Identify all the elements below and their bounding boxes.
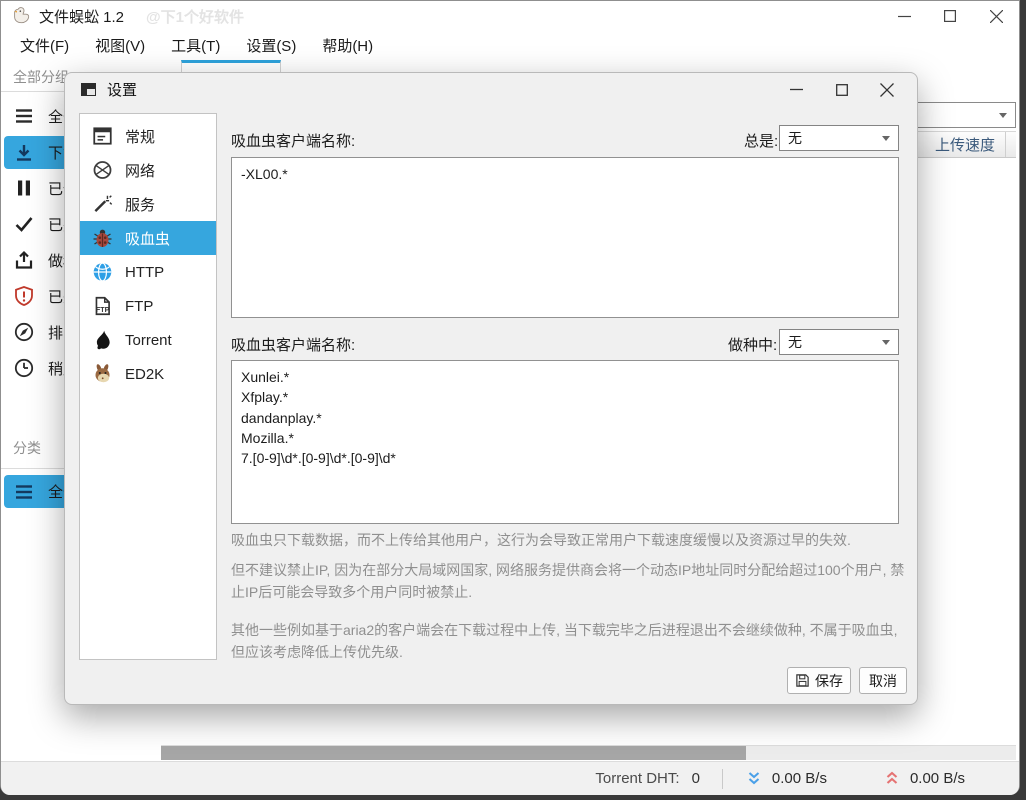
ed2k-donkey-icon	[95, 364, 110, 383]
leech-names-seeding-textarea[interactable]: Xunlei.* Xfplay.* dandanplay.* Mozilla.*…	[231, 360, 899, 524]
statusbar: Torrent DHT: 0 0.00 B/s 0.00 B/s	[1, 761, 1019, 795]
menu-icon	[16, 109, 32, 123]
menu-help[interactable]: 帮助(H)	[309, 31, 386, 60]
cancel-button[interactable]: 取消	[859, 667, 907, 694]
close-button[interactable]	[973, 1, 1019, 31]
close-icon	[879, 82, 894, 97]
pause-icon	[18, 180, 30, 196]
nav-http[interactable]: HTTP	[80, 255, 216, 289]
download-icon	[17, 144, 31, 161]
minimize-button[interactable]	[881, 1, 927, 31]
app-title: 文件蜈蚣 1.2	[39, 8, 125, 26]
scrollbar-thumb[interactable]	[161, 746, 746, 760]
menu-icon	[16, 484, 32, 499]
always-label: 总是:	[744, 133, 779, 150]
nav-ftp[interactable]: FTP FTP	[80, 289, 216, 323]
seeding-label: 做种中:	[728, 337, 778, 354]
dht-value: 0	[691, 770, 700, 787]
settings-nav: 常规 网络 服务 吸血虫 HTTP FTP FTP Torrent ED2K	[79, 113, 217, 660]
http-globe-icon	[93, 262, 112, 282]
minimize-icon	[790, 88, 803, 91]
general-icon	[93, 127, 112, 145]
maximize-icon	[944, 10, 956, 22]
leech-description-1: 吸血虫只下载数据，而不上传给其他用户，这行为会导致正常用户下载速度缓慢以及资源过…	[231, 532, 851, 548]
failed-shield-icon	[15, 286, 33, 306]
dialog-maximize-button[interactable]	[819, 73, 864, 106]
always-combobox[interactable]: 无	[779, 125, 899, 151]
download-speed: 0.00 B/s	[771, 770, 827, 787]
svg-text:FTP: FTP	[96, 306, 110, 314]
nav-general[interactable]: 常规	[80, 119, 216, 153]
minimize-icon	[897, 15, 911, 17]
nav-network[interactable]: 网络	[80, 153, 216, 187]
leech-names-label-1: 吸血虫客户端名称:	[231, 133, 356, 150]
close-icon	[989, 9, 1003, 23]
up-speed-icon	[886, 771, 898, 784]
check-icon	[15, 217, 33, 232]
seed-icon	[15, 250, 33, 269]
nav-ed2k[interactable]: ED2K	[80, 357, 216, 391]
watermark: @下1个好软件	[146, 8, 245, 26]
save-icon	[796, 674, 809, 687]
torrent-icon	[96, 330, 110, 350]
menu-file[interactable]: 文件(F)	[7, 31, 82, 60]
settings-window-icon	[81, 83, 96, 96]
dialog-minimize-button[interactable]	[774, 73, 819, 106]
menubar: 文件(F) 视图(V) 工具(T) 设置(S) 帮助(H)	[1, 31, 1019, 59]
menu-view[interactable]: 视图(V)	[82, 31, 158, 60]
menu-tools[interactable]: 工具(T)	[158, 31, 233, 60]
dialog-title: 设置	[107, 82, 138, 99]
save-button[interactable]: 保存	[787, 667, 851, 694]
dialog-titlebar: 设置	[65, 73, 917, 106]
service-wand-icon	[94, 195, 113, 213]
dht-label: Torrent DHT:	[595, 770, 680, 787]
leech-names-label-2: 吸血虫客户端名称:	[231, 337, 356, 354]
nav-leech[interactable]: 吸血虫	[80, 221, 216, 255]
dialog-controls	[774, 73, 909, 106]
queue-compass-icon	[14, 322, 34, 342]
chevron-down-icon	[999, 112, 1007, 118]
down-speed-icon	[748, 771, 760, 784]
leech-bug-icon	[93, 229, 112, 247]
column-upload-speed[interactable]: 上传速度	[925, 132, 1006, 157]
window-controls	[881, 1, 1019, 31]
separator	[721, 768, 723, 789]
duck-logo-icon	[14, 7, 30, 24]
chevron-down-icon	[882, 135, 890, 141]
leech-description-3: 其他一些例如基于aria2的客户端会在下载过程中上传, 当下载完毕之后进程退出不…	[231, 622, 898, 660]
network-icon	[93, 161, 112, 179]
maximize-icon	[835, 83, 848, 96]
nav-service[interactable]: 服务	[80, 187, 216, 221]
ftp-icon: FTP	[95, 296, 110, 316]
nav-torrent[interactable]: Torrent	[80, 323, 216, 357]
leech-description-2: 但不建议禁止IP, 因为在部分大局域网国家, 网络服务提供商会将一个动态IP地址…	[231, 562, 905, 600]
chevron-down-icon	[882, 339, 890, 345]
maximize-button[interactable]	[927, 1, 973, 31]
titlebar: 文件蜈蚣 1.2 @下1个好软件	[1, 1, 1019, 31]
upload-speed: 0.00 B/s	[909, 770, 965, 787]
seeding-combobox[interactable]: 无	[779, 329, 899, 355]
settings-dialog: 设置 常规 网络 服务 吸血虫 HTTP FTP FTP Torrent ED2…	[64, 72, 918, 705]
leech-names-always-textarea[interactable]: -XL00.*	[231, 157, 899, 318]
dialog-close-button[interactable]	[864, 73, 909, 106]
later-clock-icon	[14, 358, 34, 378]
horizontal-scrollbar[interactable]	[161, 745, 1016, 760]
menu-settings[interactable]: 设置(S)	[233, 31, 309, 60]
